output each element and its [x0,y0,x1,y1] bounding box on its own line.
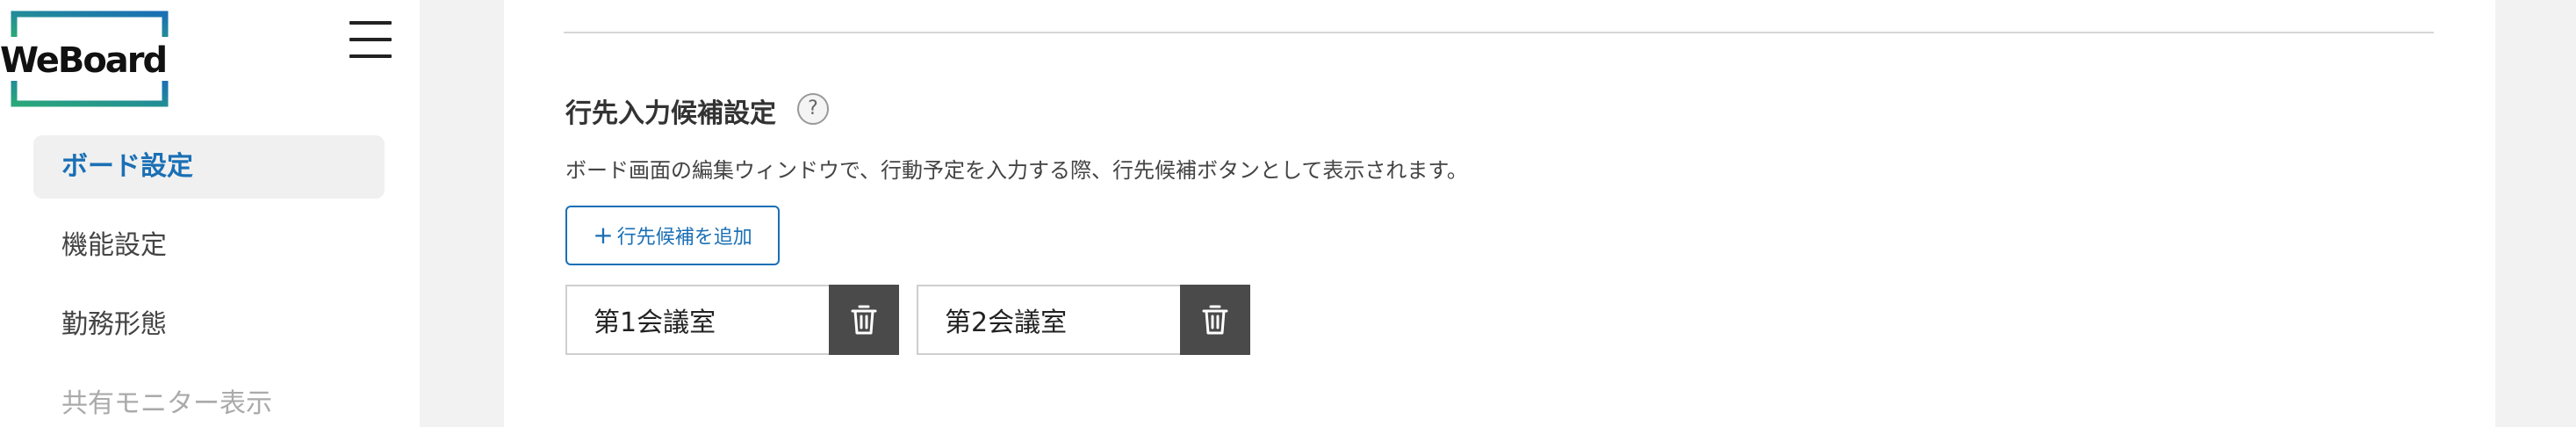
destination-candidate [565,285,899,355]
weboard-logo[interactable]: WeBoard [0,11,176,107]
hamburger-menu-icon[interactable] [346,18,395,62]
sidebar-item-work-style[interactable]: 勤務形態 [33,293,385,357]
logo-text: WeBoard [0,40,168,81]
settings-panel: 行先入力候補設定 ? ボード画面の編集ウィンドウで、行動予定を入力する際、行先候… [504,0,2495,427]
section-description: ボード画面の編集ウィンドウで、行動予定を入力する際、行先候補ボタンとして表示され… [565,158,1468,183]
section-title: 行先入力候補設定 [565,98,776,129]
sidebar-item-feature-settings[interactable]: 機能設定 [33,214,385,278]
sidebar: WeBoard ボード設定 機能設定 勤務形態 共有モニター表示 [0,0,420,427]
section-divider [564,32,2434,33]
destination-candidate [917,285,1250,355]
sidebar-item-shared-monitor[interactable]: 共有モニター表示 [33,373,385,427]
trash-icon-svg [1202,305,1228,335]
sidebar-item-board-settings[interactable]: ボード設定 [33,135,385,199]
destination-candidate-input[interactable] [565,285,829,355]
plus-icon: + [593,221,614,250]
trash-icon[interactable] [829,285,899,355]
destination-candidate-input[interactable] [917,285,1180,355]
add-destination-button[interactable]: + 行先候補を追加 [565,206,780,265]
help-question-icon[interactable]: ? [797,93,829,125]
trash-icon[interactable] [1180,285,1250,355]
add-destination-label: 行先候補を追加 [616,227,752,249]
trash-icon-svg [851,305,877,335]
app-root: WeBoard ボード設定 機能設定 勤務形態 共有モニター表示 行先入力候補設… [0,0,2576,427]
